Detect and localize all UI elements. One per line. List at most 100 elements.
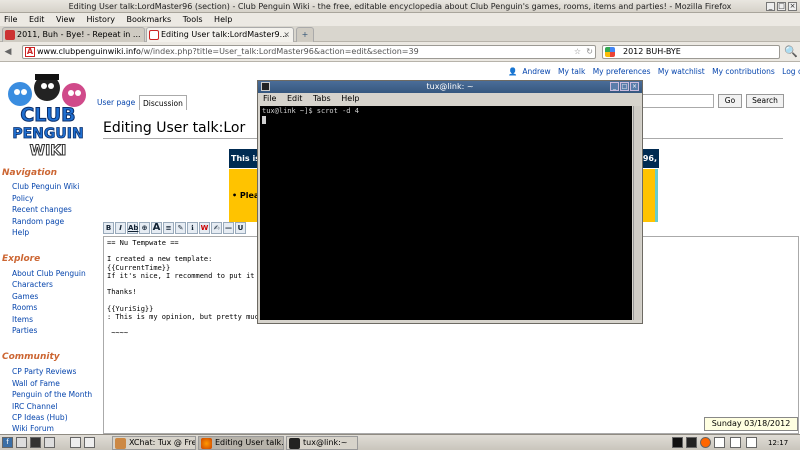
sidebar-link[interactable]: Penguin of the Month: [12, 390, 92, 399]
sidebar-link[interactable]: Characters: [12, 280, 53, 289]
terminal-menu-bar: File Edit Tabs Help: [258, 93, 642, 105]
sidebar-link[interactable]: Items: [12, 315, 33, 324]
taskbar-item-firefox[interactable]: Editing User talk...: [198, 436, 284, 450]
network-icon[interactable]: [714, 437, 725, 448]
tab-editing-user-talk[interactable]: Editing User talk:LordMaster9... ×: [146, 27, 294, 42]
search-go-icon[interactable]: 🔍: [784, 45, 798, 59]
reload-icon[interactable]: ↻: [586, 46, 593, 58]
tab-close-icon[interactable]: ×: [283, 28, 290, 41]
sidebar-link[interactable]: Random page: [12, 217, 64, 226]
clock[interactable]: 12:17: [768, 436, 788, 450]
tab-user-page[interactable]: User page: [94, 95, 138, 110]
terminal-menu-tabs[interactable]: Tabs: [313, 94, 331, 103]
toolbar-more-icon[interactable]: U: [235, 222, 246, 234]
personal-link-user[interactable]: Andrew: [522, 67, 550, 76]
menu-file[interactable]: File: [4, 15, 17, 24]
logo-text-wiki: WIKI: [30, 143, 67, 159]
file-manager-icon[interactable]: [16, 437, 27, 448]
sidebar-link[interactable]: CP Ideas (Hub): [12, 413, 68, 422]
plus-icon: +: [301, 30, 309, 39]
sidebar-link[interactable]: Rooms: [12, 303, 37, 312]
menu-history[interactable]: History: [87, 15, 115, 24]
sidebar-link[interactable]: Club Penguin Wiki: [12, 182, 79, 191]
internal-link-icon[interactable]: Ab: [127, 222, 138, 234]
terminal-minimize-button[interactable]: _: [610, 82, 619, 91]
logo-text-penguin: PENGUIN: [12, 126, 83, 142]
sidebar-link[interactable]: Wall of Fame: [12, 379, 60, 388]
external-link-icon[interactable]: ⊕: [139, 222, 150, 234]
sidebar-link[interactable]: Wiki Forum: [12, 424, 54, 433]
menu-view[interactable]: View: [56, 15, 75, 24]
terminal-close-button[interactable]: ×: [630, 82, 639, 91]
signature-icon[interactable]: ✍: [211, 222, 222, 234]
notice-text-right: 96,: [642, 154, 657, 163]
horizontal-line-icon[interactable]: —: [223, 222, 234, 234]
sidebar-link[interactable]: Policy: [12, 194, 34, 203]
volume-icon[interactable]: [730, 437, 741, 448]
personal-link-contributions[interactable]: My contributions: [712, 67, 775, 76]
personal-link-my-talk[interactable]: My talk: [558, 67, 585, 76]
url-bar[interactable]: A www.clubpenguinwiki.info/w/index.php?t…: [22, 45, 596, 59]
back-button[interactable]: ◀: [2, 45, 14, 59]
taskbar: f XChat: Tux @ Fre... Editing User talk.…: [0, 434, 800, 450]
terminal-scrollbar[interactable]: [633, 106, 641, 320]
sidebar-link[interactable]: Help: [12, 228, 29, 237]
sidebar-link[interactable]: IRC Channel: [12, 402, 57, 411]
personal-link-preferences[interactable]: My preferences: [593, 67, 651, 76]
xchat-icon: [115, 438, 126, 449]
media-icon[interactable]: ✎: [175, 222, 186, 234]
sidebar-link[interactable]: Recent changes: [12, 205, 72, 214]
search-input[interactable]: 2012 BUH-BYE: [602, 45, 780, 59]
bold-icon[interactable]: B: [103, 222, 114, 234]
terminal-screen[interactable]: tux@link ~]$ scrot -d 4: [260, 106, 632, 320]
sidebar-link[interactable]: Parties: [12, 326, 37, 335]
terminal-titlebar[interactable]: tux@link: ~ _ □ ×: [258, 81, 642, 93]
terminal-window[interactable]: tux@link: ~ _ □ × File Edit Tabs Help tu…: [257, 80, 643, 324]
url-path: /w/index.php?title=User_talk:LordMaster9…: [140, 47, 419, 56]
fedora-menu-icon[interactable]: f: [2, 437, 13, 448]
personal-link-logout[interactable]: Log out: [782, 67, 800, 76]
logo-text-club: CLUB: [20, 104, 75, 126]
bookmark-star-icon[interactable]: ☆: [574, 46, 581, 58]
minimize-button[interactable]: _: [766, 2, 775, 11]
italic-icon[interactable]: I: [115, 222, 126, 234]
url-text: www.clubpenguinwiki.info/w/index.php?tit…: [37, 47, 419, 56]
browser-launcher-icon[interactable]: [44, 437, 55, 448]
sidebar-link[interactable]: CP Party Reviews: [12, 367, 76, 376]
nowiki-icon[interactable]: W: [199, 222, 210, 234]
workspace-2-icon[interactable]: [84, 437, 95, 448]
tab-discussion[interactable]: Discussion: [139, 95, 187, 110]
sidebar-heading-community: Community: [2, 352, 60, 362]
cpu-graph-icon: [686, 437, 697, 448]
maximize-button[interactable]: □: [777, 2, 786, 11]
personal-link-watchlist[interactable]: My watchlist: [658, 67, 705, 76]
window-title: Editing User talk:LordMaster96 (section)…: [68, 2, 732, 11]
wiki-search-button[interactable]: Search: [746, 94, 784, 108]
terminal-menu-file[interactable]: File: [263, 94, 276, 103]
club-penguin-wiki-logo[interactable]: CLUB PENGUIN WIKI: [2, 68, 94, 160]
new-tab-button[interactable]: +: [296, 27, 314, 42]
menu-edit[interactable]: Edit: [29, 15, 45, 24]
menu-tools[interactable]: Tools: [183, 15, 203, 24]
taskbar-item-xchat[interactable]: XChat: Tux @ Fre...: [112, 436, 196, 450]
terminal-title: tux@link: ~: [426, 82, 474, 91]
terminal-launcher-icon[interactable]: [30, 437, 41, 448]
sidebar-link[interactable]: About Club Penguin: [12, 269, 86, 278]
terminal-maximize-button[interactable]: □: [620, 82, 629, 91]
sidebar-link[interactable]: Games: [12, 292, 38, 301]
close-window-button[interactable]: ×: [788, 2, 797, 11]
wiki-favicon-icon: [149, 30, 159, 40]
menu-help[interactable]: Help: [214, 15, 232, 24]
taskbar-item-terminal[interactable]: tux@link:~: [286, 436, 358, 450]
embed-file-icon[interactable]: ≡: [163, 222, 174, 234]
terminal-menu-edit[interactable]: Edit: [287, 94, 303, 103]
math-icon[interactable]: ℹ: [187, 222, 198, 234]
notice-text: This is: [231, 154, 260, 163]
notification-icon[interactable]: [700, 437, 711, 448]
wiki-go-button[interactable]: Go: [718, 94, 742, 108]
heading-icon[interactable]: A: [151, 222, 162, 234]
workspace-1-icon[interactable]: [70, 437, 81, 448]
menu-bookmarks[interactable]: Bookmarks: [127, 15, 172, 24]
terminal-menu-help[interactable]: Help: [341, 94, 359, 103]
tab-buh-bye[interactable]: 2011, Buh - Bye! - Repeat in ...: [2, 27, 145, 42]
